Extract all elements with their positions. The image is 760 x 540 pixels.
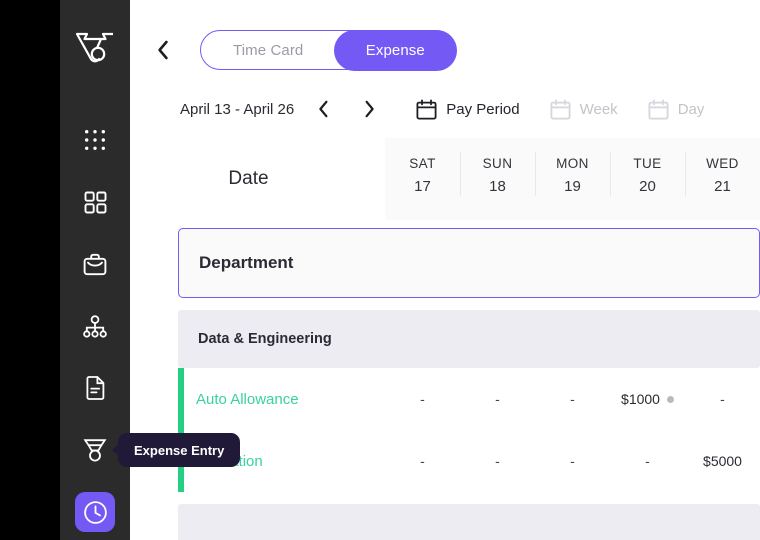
department-row[interactable]: Department [178, 228, 760, 298]
view-option-week[interactable]: Week [550, 99, 618, 120]
view-option-day[interactable]: Day [648, 99, 705, 120]
day-of-week: WED [706, 154, 739, 175]
screen-left-gutter [0, 0, 60, 540]
next-period-button[interactable] [352, 92, 386, 126]
expense-cell-value: - [420, 391, 425, 407]
sidebar-nav [60, 120, 130, 532]
squares-icon [84, 191, 107, 214]
view-option-pay-period[interactable]: Pay Period [416, 99, 519, 120]
total-cell [535, 510, 610, 540]
day-of-week: TUE [633, 154, 661, 175]
expense-cell-value: - [720, 391, 725, 407]
total-cell: $5000 [685, 510, 760, 540]
totals-row: $1000 $5000 [178, 504, 760, 540]
expense-cell[interactable]: $5000 [685, 453, 760, 469]
group-header-row[interactable]: Data & Engineering [178, 310, 760, 368]
status-dot-icon [667, 396, 674, 403]
totals-cells: $1000 $5000 [385, 510, 760, 540]
day-of-month: 17 [414, 175, 431, 198]
tab-time-card[interactable]: Time Card [201, 30, 335, 70]
expense-cell[interactable]: - [535, 391, 610, 407]
expense-cell-value: - [495, 453, 500, 469]
content-header: Time Card Expense [130, 30, 456, 70]
org-chart-icon [83, 315, 107, 338]
document-icon [85, 376, 106, 400]
expense-cell-value: - [495, 391, 500, 407]
calendar-icon [648, 99, 669, 120]
expense-cell-value: - [420, 453, 425, 469]
table-row[interactable]: Education - - - - $5000 [178, 430, 760, 492]
row-cells: - - - $1000 - [385, 391, 760, 407]
view-option-label: Day [678, 101, 705, 118]
date-navigation: April 13 - April 26 Pay Period [130, 92, 704, 126]
day-of-month: 21 [714, 175, 731, 198]
briefcase-icon [83, 253, 107, 276]
view-option-label: Week [580, 101, 618, 118]
column-header-day[interactable]: SUN 18 [460, 138, 535, 220]
sidebar-item-organization[interactable] [75, 306, 115, 346]
chevron-right-icon [364, 100, 375, 118]
row-cells: - - - - $5000 [385, 453, 760, 469]
sidebar-item-documents[interactable] [75, 368, 115, 408]
column-header-day[interactable]: MON 19 [535, 138, 610, 220]
day-of-week: SAT [409, 154, 435, 175]
view-option-label: Pay Period [446, 101, 519, 118]
column-header-day[interactable]: SAT 17 [385, 138, 460, 220]
expense-type-label[interactable]: Auto Allowance [178, 391, 385, 408]
day-of-month: 18 [489, 175, 506, 198]
mode-toggle: Time Card Expense [200, 30, 456, 70]
previous-period-button[interactable] [306, 92, 340, 126]
back-button[interactable] [148, 40, 178, 60]
expense-cell-value: - [570, 391, 575, 407]
column-header-day[interactable]: WED 21 [685, 138, 760, 220]
sidebar-item-apps[interactable] [75, 120, 115, 160]
expense-cell-value: - [570, 453, 575, 469]
day-of-week: MON [556, 154, 589, 175]
expense-cell-value: $5000 [703, 453, 742, 469]
day-of-month: 19 [564, 175, 581, 198]
column-header-date: Date [130, 138, 385, 220]
expense-cell[interactable]: $1000 [610, 391, 685, 407]
total-cell [460, 510, 535, 540]
calendar-icon [550, 99, 571, 120]
day-of-month: 20 [639, 175, 656, 198]
expense-cell-value: $1000 [621, 391, 660, 407]
total-cell: $1000 [610, 510, 685, 540]
sidebar-item-expense-entry[interactable] [75, 492, 115, 532]
chevron-left-icon [157, 40, 169, 60]
medal-icon [83, 438, 107, 463]
expense-cell[interactable]: - [685, 391, 760, 407]
expense-cell[interactable]: - [535, 453, 610, 469]
day-of-week: SUN [483, 154, 513, 175]
company-logo[interactable] [73, 28, 117, 68]
day-columns: SAT 17 SUN 18 MON 19 TUE 20 [385, 138, 760, 220]
expense-cell[interactable]: - [460, 391, 535, 407]
expense-cell[interactable]: - [460, 453, 535, 469]
grid-dots-icon [84, 129, 106, 151]
sidebar-item-awards[interactable] [75, 430, 115, 470]
expense-cell[interactable]: - [385, 391, 460, 407]
expense-cell-value: - [645, 453, 650, 469]
expense-cell[interactable]: - [385, 453, 460, 469]
sidebar-tooltip: Expense Entry [118, 433, 240, 467]
chevron-left-icon [318, 100, 329, 118]
logo-icon [75, 31, 115, 65]
clock-icon [83, 500, 108, 525]
app-window: Time Card Expense April 13 - April 26 [0, 0, 760, 540]
table-row[interactable]: Auto Allowance - - - $1000 [178, 368, 760, 430]
sidebar-item-jobs[interactable] [75, 244, 115, 284]
row-accent-bar [178, 368, 184, 430]
tab-expense[interactable]: Expense [334, 30, 457, 71]
expense-table: Date SAT 17 SUN 18 MON 19 TUE [130, 138, 760, 540]
sidebar-item-dashboard[interactable] [75, 182, 115, 222]
table-header: Date SAT 17 SUN 18 MON 19 TUE [130, 138, 760, 220]
calendar-icon [416, 99, 437, 120]
column-header-day[interactable]: TUE 20 [610, 138, 685, 220]
total-cell [385, 510, 460, 540]
date-range-label: April 13 - April 26 [180, 101, 294, 118]
expense-cell[interactable]: - [610, 453, 685, 469]
